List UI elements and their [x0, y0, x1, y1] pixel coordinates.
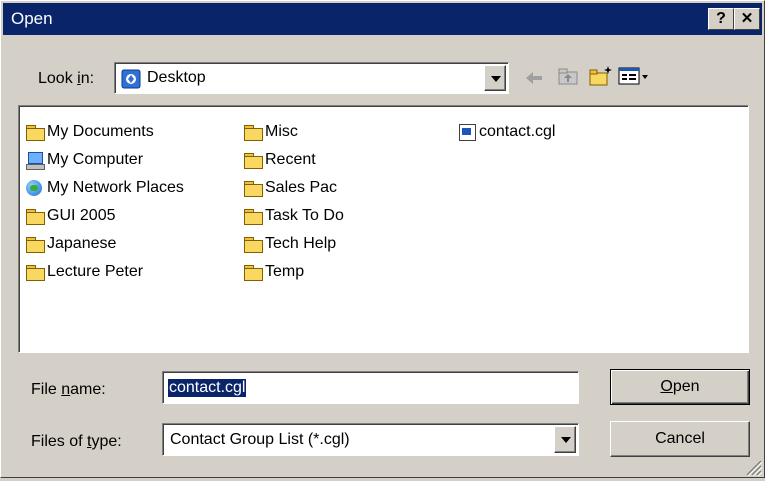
- list-item[interactable]: My Network Places: [25, 176, 184, 200]
- list-item[interactable]: Sales Pac: [243, 176, 337, 200]
- lookin-dropdown[interactable]: Desktop: [114, 62, 509, 94]
- chevron-down-icon[interactable]: [554, 426, 576, 453]
- filename-label: File name:: [31, 381, 106, 398]
- back-arrow-icon[interactable]: [522, 67, 546, 89]
- open-dialog: Open ? ✕ Look in: Desktop My Documents M…: [0, 0, 765, 478]
- list-item[interactable]: Recent: [243, 148, 316, 172]
- close-button[interactable]: ✕: [734, 8, 760, 30]
- list-item[interactable]: Lecture Peter: [25, 260, 143, 284]
- chevron-down-icon[interactable]: [484, 65, 506, 91]
- folder-icon: [243, 235, 263, 253]
- up-folder-icon[interactable]: [556, 65, 580, 87]
- resize-grip-icon[interactable]: [745, 459, 763, 477]
- file-list[interactable]: My Documents My Computer My Network Plac…: [18, 105, 749, 353]
- open-button[interactable]: Open: [610, 369, 750, 405]
- folder-icon: [243, 207, 263, 225]
- title-bar[interactable]: Open ? ✕: [3, 3, 762, 35]
- filetype-dropdown[interactable]: Contact Group List (*.cgl): [162, 423, 579, 456]
- cgl-file-icon: [457, 123, 477, 141]
- new-folder-icon[interactable]: [588, 64, 612, 86]
- folder-icon: [25, 235, 45, 253]
- list-item[interactable]: Japanese: [25, 232, 116, 256]
- view-menu-icon[interactable]: [617, 65, 651, 87]
- folder-icon: [25, 263, 45, 281]
- list-item[interactable]: Temp: [243, 260, 304, 284]
- my-documents-icon: [25, 123, 45, 141]
- window-title: Open: [11, 9, 53, 28]
- lookin-label: Look in:: [38, 70, 95, 87]
- folder-icon: [243, 123, 263, 141]
- folder-icon: [243, 151, 263, 169]
- my-computer-icon: [25, 151, 45, 170]
- lookin-value: Desktop: [147, 69, 206, 86]
- filename-input[interactable]: contact.cgl: [162, 371, 579, 404]
- list-item[interactable]: GUI 2005: [25, 204, 115, 228]
- list-item[interactable]: contact.cgl: [457, 120, 555, 144]
- folder-icon: [25, 207, 45, 225]
- list-item[interactable]: Tech Help: [243, 232, 336, 256]
- desktop-icon: [121, 69, 141, 89]
- list-item[interactable]: Task To Do: [243, 204, 344, 228]
- filetype-value: Contact Group List (*.cgl): [170, 431, 350, 448]
- network-places-icon: [25, 179, 45, 197]
- folder-icon: [243, 263, 263, 281]
- folder-icon: [243, 179, 263, 197]
- cancel-button[interactable]: Cancel: [610, 421, 750, 457]
- filename-value: contact.cgl: [168, 379, 247, 397]
- list-item[interactable]: My Documents: [25, 120, 154, 144]
- filetype-label: Files of type:: [31, 433, 122, 450]
- list-item[interactable]: My Computer: [25, 148, 143, 172]
- list-item[interactable]: Misc: [243, 120, 298, 144]
- help-button[interactable]: ?: [708, 8, 734, 30]
